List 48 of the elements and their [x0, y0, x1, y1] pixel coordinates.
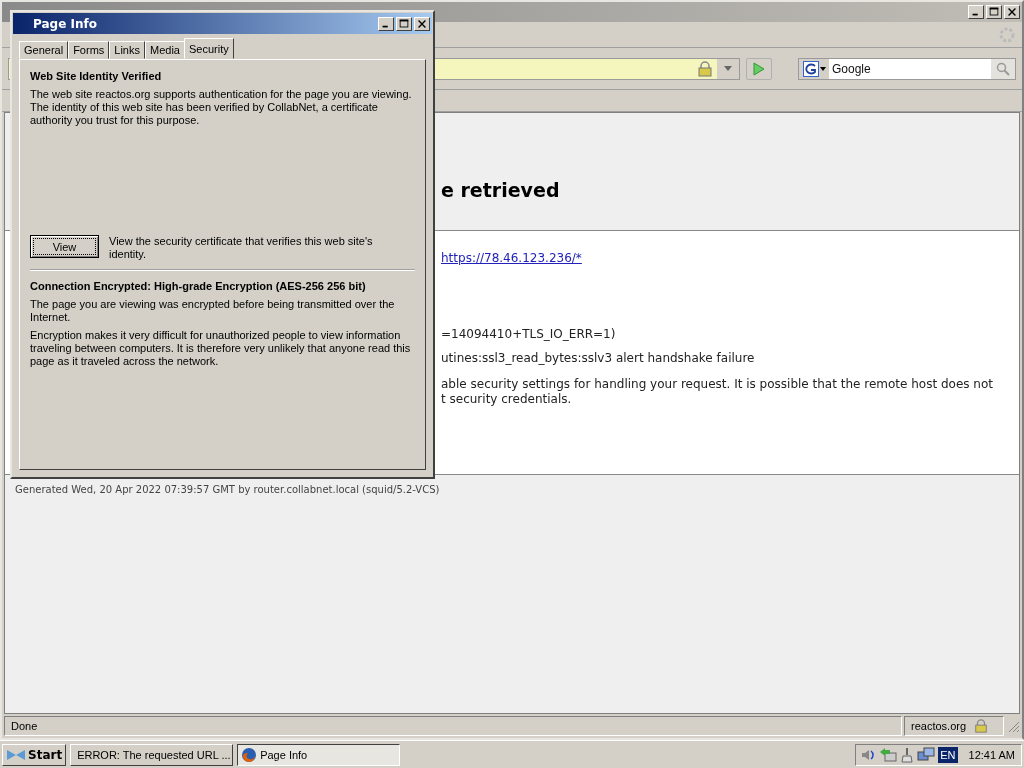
- dialog-title: Page Info: [33, 16, 98, 31]
- search-engine-button[interactable]: [799, 58, 829, 79]
- throbber-icon: [998, 25, 1016, 44]
- browser-icon: [241, 746, 258, 763]
- tab[interactable]: Links: [109, 41, 145, 59]
- maximize-icon[interactable]: [986, 5, 1002, 19]
- padlock-icon: [697, 60, 713, 77]
- padlock-icon: [974, 719, 989, 733]
- view-button[interactable]: View: [30, 235, 99, 258]
- brush-icon[interactable]: [900, 746, 915, 763]
- caret-icon: [819, 66, 826, 71]
- tab[interactable]: Forms: [68, 41, 110, 59]
- engine-logo-icon: [802, 60, 819, 77]
- site-domain: reactos.org: [911, 720, 967, 732]
- clock: 12:41 AM: [968, 748, 1015, 761]
- taskbar-button[interactable]: ERROR: The requested URL ...: [70, 743, 234, 766]
- error-detail: utines:ssl3_read_bytes:sslv3 alert handshake failure: [441, 351, 755, 365]
- tab[interactable]: Media: [145, 41, 185, 59]
- minimize-icon[interactable]: [968, 5, 984, 19]
- monitors-icon[interactable]: [917, 746, 936, 763]
- play-icon: [753, 61, 765, 76]
- caret-icon: [724, 66, 732, 71]
- status-text: Done: [11, 720, 38, 732]
- resize-grip-icon[interactable]: [1006, 719, 1020, 733]
- language-indicator[interactable]: EN: [938, 746, 958, 763]
- identity-text: The web site reactos.org supports authentication for the page you are viewing. The identity of this web site has been verified by CollabNet, a certificate authority you trust for this purpose.: [30, 88, 413, 127]
- search-button[interactable]: [991, 58, 1015, 79]
- start-button[interactable]: Start: [2, 743, 67, 766]
- encryption-text: Encryption makes it very difficult for unauthorized people to view information traveling between computers. It is therefore very unlikely that anyone read this page as it traveled across the network.: [30, 329, 412, 368]
- taskbar-button[interactable]: Page Info: [237, 743, 401, 766]
- minimize-icon[interactable]: [378, 16, 394, 31]
- url-link[interactable]: https://78.46.123.236/*: [441, 251, 582, 265]
- section-heading: Connection Encrypted: High-grade Encryption (AES-256 256 bit): [30, 280, 367, 292]
- close-icon[interactable]: [414, 16, 430, 31]
- maximize-icon[interactable]: [396, 16, 412, 31]
- error-heading: e retrieved: [441, 179, 561, 201]
- search-icon: [996, 61, 1010, 76]
- section-heading: Web Site Identity Verified: [30, 70, 163, 82]
- tab[interactable]: Security: [183, 38, 234, 59]
- footer-text: Generated Wed, 20 Apr 2022 07:39:57 GMT by router.collabnet.local (squid/5.2-VCS): [15, 484, 440, 495]
- tab[interactable]: General: [19, 41, 69, 59]
- error-explanation: able security settings for handling your request. It is possible that the remote host does not t security credentials.: [441, 377, 994, 407]
- close-icon[interactable]: [1004, 5, 1020, 19]
- encryption-text: The page you are viewing was encrypted before being transmitted over the Internet.: [30, 298, 396, 324]
- view-hint: View the security certificate that verifies this web site's identity.: [109, 235, 374, 261]
- error-detail: =14094410+TLS_IO_ERR=1): [441, 327, 616, 341]
- dropdown-button[interactable]: [717, 58, 739, 79]
- search-bar[interactable]: Google: [798, 57, 1016, 80]
